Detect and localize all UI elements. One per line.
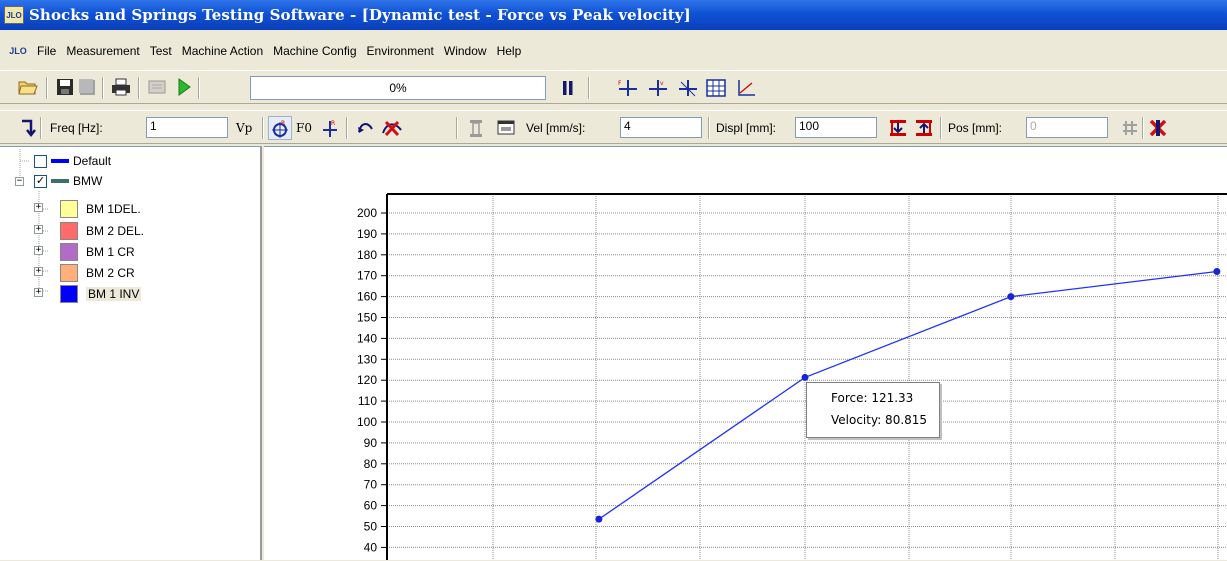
tree-item-bm-1cr[interactable]: BM 1 CR bbox=[60, 242, 135, 262]
vp-mode-icon[interactable]: R bbox=[268, 116, 292, 140]
play-icon[interactable] bbox=[172, 75, 196, 99]
menu-test[interactable]: Test bbox=[145, 44, 177, 58]
vel-input[interactable]: 4 bbox=[620, 117, 702, 138]
expand-icon[interactable]: + bbox=[34, 267, 43, 276]
color-swatch bbox=[60, 285, 78, 303]
axes-icon[interactable] bbox=[734, 76, 758, 100]
menu-measurement[interactable]: Measurement bbox=[61, 44, 144, 58]
tree-item-bm-2cr[interactable]: BM 2 CR bbox=[60, 263, 135, 283]
cursor-force-icon[interactable]: F bbox=[616, 76, 640, 100]
freq-label: Freq [Hz]: bbox=[50, 121, 103, 135]
tooltip-force: Force: 121.33 bbox=[831, 391, 914, 405]
pos-input: 0 bbox=[1026, 117, 1108, 138]
svg-text:R: R bbox=[281, 120, 285, 127]
piston-icon bbox=[464, 116, 488, 140]
displ-input[interactable]: 100 bbox=[795, 117, 877, 138]
menu-help[interactable]: Help bbox=[492, 44, 527, 58]
tree-item-label: BMW bbox=[73, 174, 103, 188]
cursor-velocity-icon[interactable]: v bbox=[646, 76, 670, 100]
vp-label[interactable]: Vp bbox=[236, 121, 252, 135]
tree-item-bm-1inv[interactable]: BM 1 INV bbox=[60, 284, 142, 304]
displ-label: Displ [mm]: bbox=[716, 121, 776, 135]
grid-table-icon[interactable] bbox=[704, 76, 728, 100]
bmw-checkbox[interactable]: ✓ bbox=[34, 174, 47, 188]
peak-cursor-icon[interactable]: R bbox=[318, 116, 342, 140]
tree-item-bm-1del[interactable]: BM 1DEL. bbox=[60, 199, 141, 219]
parameter-toolbar: Freq [Hz]: 1 Vp R F0 R Vel [mm/s]: 4 Dis… bbox=[0, 110, 1227, 144]
color-swatch bbox=[60, 264, 78, 282]
tooltip-velocity: Velocity: 80.815 bbox=[831, 413, 928, 427]
expand-icon[interactable]: + bbox=[34, 246, 43, 255]
curve-tree: Default − ✓ BMW + BM 1DEL. + BM 2 DEL. +… bbox=[0, 146, 262, 560]
color-swatch bbox=[60, 243, 78, 261]
title-bar: JLO Shocks and Springs Testing Software … bbox=[0, 0, 1227, 30]
expand-icon[interactable]: + bbox=[34, 203, 43, 212]
collapse-icon[interactable]: − bbox=[15, 177, 24, 186]
main-toolbar: 0% F v bbox=[0, 70, 1227, 104]
color-swatch bbox=[60, 200, 78, 218]
save-all-icon bbox=[75, 75, 99, 99]
print-icon[interactable] bbox=[109, 75, 133, 99]
tree-item-default[interactable]: Default bbox=[34, 151, 111, 171]
default-checkbox[interactable] bbox=[34, 154, 47, 168]
delete-cross-icon[interactable] bbox=[1146, 116, 1170, 140]
menu-bar: JLO File Measurement Test Machine Action… bbox=[0, 38, 1227, 64]
menu-file[interactable]: File bbox=[32, 44, 61, 58]
expand-icon[interactable]: + bbox=[34, 288, 43, 297]
progress-text: 0% bbox=[389, 81, 407, 95]
tree-item-label: BM 2 CR bbox=[86, 266, 135, 280]
tree-item-label: BM 1 INV bbox=[86, 287, 142, 301]
menu-environment[interactable]: Environment bbox=[362, 44, 439, 58]
svg-text:v: v bbox=[660, 80, 664, 87]
window-title: Shocks and Springs Testing Software - [D… bbox=[29, 6, 691, 24]
freq-input[interactable]: 1 bbox=[146, 117, 228, 138]
document-icon[interactable]: JLO bbox=[8, 42, 28, 60]
f0-label[interactable]: F0 bbox=[296, 121, 312, 135]
line-color-icon bbox=[51, 179, 69, 183]
display-icon[interactable] bbox=[494, 116, 518, 140]
app-icon: JLO bbox=[4, 6, 24, 24]
undo-curve-icon[interactable] bbox=[354, 116, 378, 140]
menu-window[interactable]: Window bbox=[439, 44, 492, 58]
move-down-icon[interactable] bbox=[886, 116, 910, 140]
expand-icon[interactable]: + bbox=[34, 225, 43, 234]
tree-item-label: Default bbox=[73, 154, 112, 168]
move-up-icon[interactable] bbox=[912, 116, 936, 140]
menu-machine-action[interactable]: Machine Action bbox=[177, 44, 268, 58]
form-icon bbox=[145, 75, 169, 99]
save-icon[interactable] bbox=[53, 75, 77, 99]
return-arrow-icon[interactable] bbox=[14, 116, 38, 140]
cursor-theta-icon[interactable] bbox=[676, 76, 700, 100]
tree-item-label: BM 2 DEL. bbox=[86, 224, 145, 238]
vel-label: Vel [mm/s]: bbox=[526, 121, 586, 135]
tree-item-label: BM 1DEL. bbox=[86, 202, 141, 216]
svg-text:F: F bbox=[618, 80, 622, 87]
open-folder-icon[interactable] bbox=[16, 75, 40, 99]
pause-icon[interactable] bbox=[556, 76, 580, 100]
data-point-tooltip: Force: 121.33 Velocity: 80.815 bbox=[806, 382, 940, 438]
pos-label: Pos [mm]: bbox=[948, 121, 1003, 135]
tree-item-bm-2del[interactable]: BM 2 DEL. bbox=[60, 221, 144, 241]
line-color-icon bbox=[51, 159, 69, 163]
tree-item-bmw[interactable]: ✓ BMW bbox=[34, 171, 102, 191]
menu-machine-config[interactable]: Machine Config bbox=[268, 44, 361, 58]
delete-curve-icon[interactable] bbox=[380, 116, 404, 140]
chart-panel bbox=[264, 146, 1227, 560]
progress-bar: 0% bbox=[250, 76, 546, 100]
tree-item-label: BM 1 CR bbox=[86, 245, 135, 259]
hash-icon bbox=[1118, 116, 1142, 140]
svg-text:R: R bbox=[331, 120, 335, 127]
color-swatch bbox=[60, 222, 78, 240]
